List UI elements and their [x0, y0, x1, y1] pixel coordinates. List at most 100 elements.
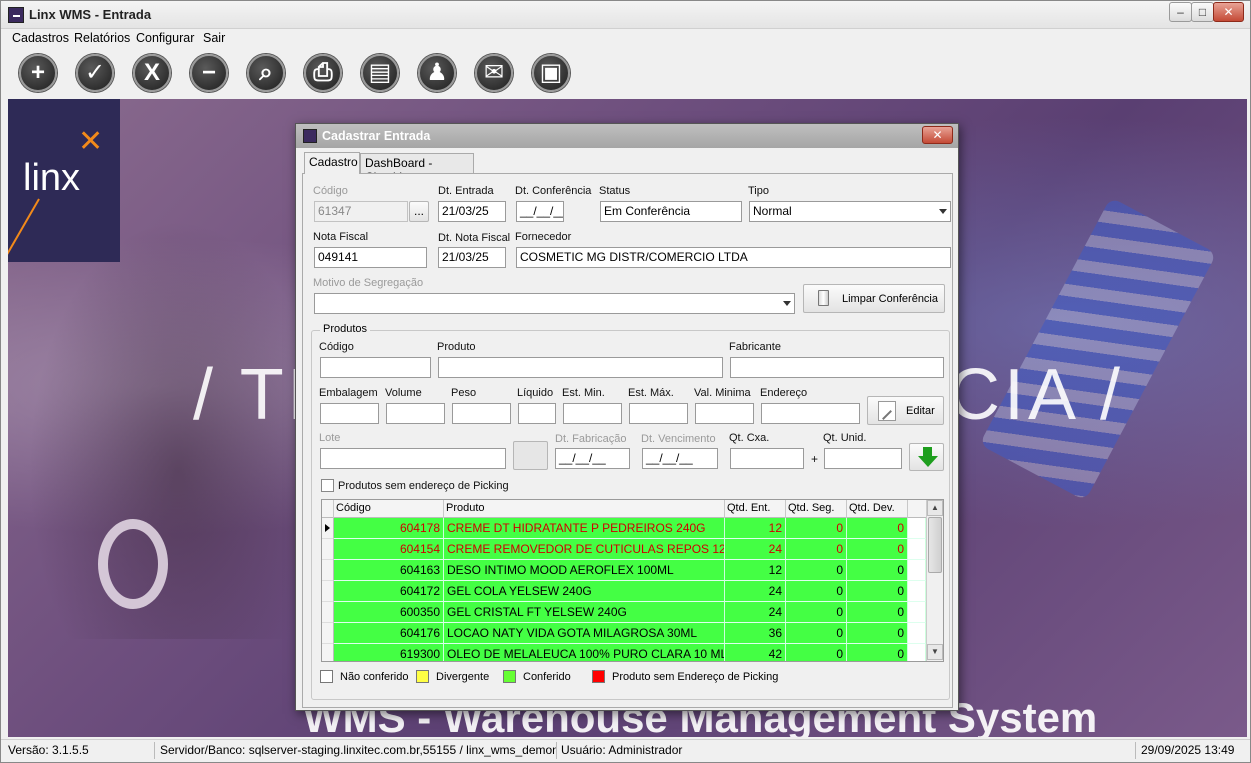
minus-tool-button[interactable]: −	[190, 54, 228, 92]
embalagem-field[interactable]	[320, 403, 379, 424]
scroll-thumb[interactable]	[928, 517, 942, 573]
dt-fabricacao-label: Dt. Fabricação	[555, 433, 627, 445]
maximize-button[interactable]: □	[1191, 2, 1214, 22]
col-qtd-dev-header[interactable]: Qtd. Dev.	[847, 500, 908, 518]
dt-nota-fiscal-field[interactable]: 21/03/25	[438, 247, 506, 268]
nota-fiscal-field[interactable]: 049141	[314, 247, 427, 268]
row-filler	[908, 518, 926, 539]
val-minima-label: Val. Minima	[694, 387, 751, 399]
minimize-button[interactable]: –	[1169, 2, 1192, 22]
row-indicator	[322, 539, 334, 560]
qt-cxa-field[interactable]	[730, 448, 804, 469]
cell-qtd-seg: 0	[786, 560, 847, 581]
printer-tool-button[interactable]: ⎙	[304, 54, 342, 92]
dt-conferencia-field[interactable]: __/__/__	[516, 201, 564, 222]
row-filler	[908, 539, 926, 560]
cell-codigo: 604176	[334, 623, 444, 644]
produto-codigo-field[interactable]	[320, 357, 431, 378]
check-tool-button[interactable]: ✓	[76, 54, 114, 92]
cell-produto: LOCAO NATY VIDA GOTA MILAGROSA 30ML	[444, 623, 725, 644]
peso-field[interactable]	[452, 403, 511, 424]
table-row[interactable]: 604154 CREME REMOVEDOR DE CUTICULAS REPOS…	[322, 539, 926, 560]
cell-qtd-ent: 42	[725, 644, 786, 661]
search-tool-button[interactable]: ⌕	[247, 54, 285, 92]
limpar-conferencia-button[interactable]: Limpar Conferência	[803, 284, 945, 313]
legend-swatch	[320, 670, 333, 683]
col-qtd-seg-header[interactable]: Qtd. Seg.	[786, 500, 847, 518]
status-field[interactable]: Em Conferência	[600, 201, 742, 222]
linx-logo: linx ✕	[8, 99, 120, 262]
cell-qtd-dev: 0	[847, 623, 908, 644]
linx-logo-word: linx	[23, 157, 81, 199]
motivo-segregacao-select[interactable]	[314, 293, 795, 314]
produtos-title: Produtos	[320, 323, 371, 335]
endereco-field[interactable]	[761, 403, 860, 424]
cell-codigo: 604172	[334, 581, 444, 602]
produto-field[interactable]	[438, 357, 723, 378]
table-row[interactable]: 604176 LOCAO NATY VIDA GOTA MILAGROSA 30M…	[322, 623, 926, 644]
table-row[interactable]: 604178 CREME DT HIDRATANTE P PEDREIROS 24…	[322, 518, 926, 539]
dt-entrada-field[interactable]: 21/03/25	[438, 201, 506, 222]
dt-vencimento-field[interactable]: __/__/__	[642, 448, 718, 469]
codigo-lookup-button[interactable]: ...	[409, 201, 429, 222]
close-button[interactable]: ✕	[1213, 2, 1244, 22]
fabricante-field[interactable]	[730, 357, 944, 378]
dialog-close-button[interactable]: ✕	[922, 126, 953, 144]
cell-qtd-seg: 0	[786, 518, 847, 539]
lote-field[interactable]	[320, 448, 506, 469]
menu-sair[interactable]: Sair	[203, 31, 225, 45]
table-row[interactable]: 604172 GEL COLA YELSEW 240G 24 0 0	[322, 581, 926, 602]
tipo-select[interactable]: Normal	[749, 201, 951, 222]
cell-qtd-ent: 24	[725, 602, 786, 623]
qt-unid-field[interactable]	[824, 448, 902, 469]
col-codigo-header[interactable]: Código	[334, 500, 444, 518]
add-tool-button[interactable]: +	[19, 54, 57, 92]
stamp-tool-button[interactable]: ♟	[418, 54, 456, 92]
volume-field[interactable]	[386, 403, 445, 424]
table-row[interactable]: 604163 DESO INTIMO MOOD AEROFLEX 100ML 12 0…	[322, 560, 926, 581]
cell-produto: GEL COLA YELSEW 240G	[444, 581, 725, 602]
document-tool-button[interactable]: ▤	[361, 54, 399, 92]
cell-qtd-seg: 0	[786, 539, 847, 560]
sem-endereco-checkbox[interactable]	[321, 479, 334, 492]
row-indicator	[322, 518, 334, 539]
table-row[interactable]: 619300 OLEO DE MELALEUCA 100% PURO CLARA …	[322, 644, 926, 661]
row-indicator	[322, 602, 334, 623]
tab-dashboard-checkin[interactable]: DashBoard - CheckIn	[360, 153, 474, 184]
qt-unid-label: Qt. Unid.	[823, 432, 867, 444]
grid-scrollbar[interactable]: ▲ ▼	[926, 500, 943, 661]
dialog-title-bar: Cadastrar Entrada ✕	[296, 124, 958, 148]
col-qtd-ent-header[interactable]: Qtd. Ent.	[725, 500, 786, 518]
add-product-button[interactable]	[909, 443, 944, 471]
editar-button[interactable]: Editar	[867, 396, 944, 425]
scroll-down-icon[interactable]: ▼	[927, 644, 943, 660]
lote-button[interactable]	[513, 441, 548, 470]
menu-configurar[interactable]: Configurar	[136, 31, 194, 45]
scroll-up-icon[interactable]: ▲	[927, 500, 943, 516]
legend-label: Não conferido	[340, 671, 409, 683]
status-version: Versão: 3.1.5.5	[7, 742, 155, 759]
row-indicator	[322, 623, 334, 644]
legend-swatch	[416, 670, 429, 683]
est-max-field[interactable]	[629, 403, 688, 424]
dialog-app-icon	[303, 129, 317, 143]
val-minima-field[interactable]	[695, 403, 754, 424]
cell-codigo: 604178	[334, 518, 444, 539]
row-indicator	[322, 560, 334, 581]
col-produto-header[interactable]: Produto	[444, 500, 725, 518]
cancel-tool-button[interactable]: X	[133, 54, 171, 92]
dt-fabricacao-field[interactable]: __/__/__	[555, 448, 630, 469]
table-row[interactable]: 600350 GEL CRISTAL FT YELSEW 240G 24 0 0	[322, 602, 926, 623]
est-min-field[interactable]	[563, 403, 622, 424]
menu-cadastros[interactable]: Cadastros	[12, 31, 69, 45]
liquido-field[interactable]	[518, 403, 556, 424]
tab-cadastro[interactable]: Cadastro	[304, 152, 360, 174]
fornecedor-field[interactable]: COSMETIC MG DISTR/COMERCIO LTDA	[516, 247, 951, 268]
row-filler	[908, 602, 926, 623]
envelope-tool-button[interactable]: ✉	[475, 54, 513, 92]
linx-tool-button[interactable]: ▣	[532, 54, 570, 92]
cell-qtd-ent: 12	[725, 560, 786, 581]
menu-relatorios[interactable]: Relatórios	[74, 31, 130, 45]
row-indicator	[322, 581, 334, 602]
volume-label: Volume	[385, 387, 422, 399]
